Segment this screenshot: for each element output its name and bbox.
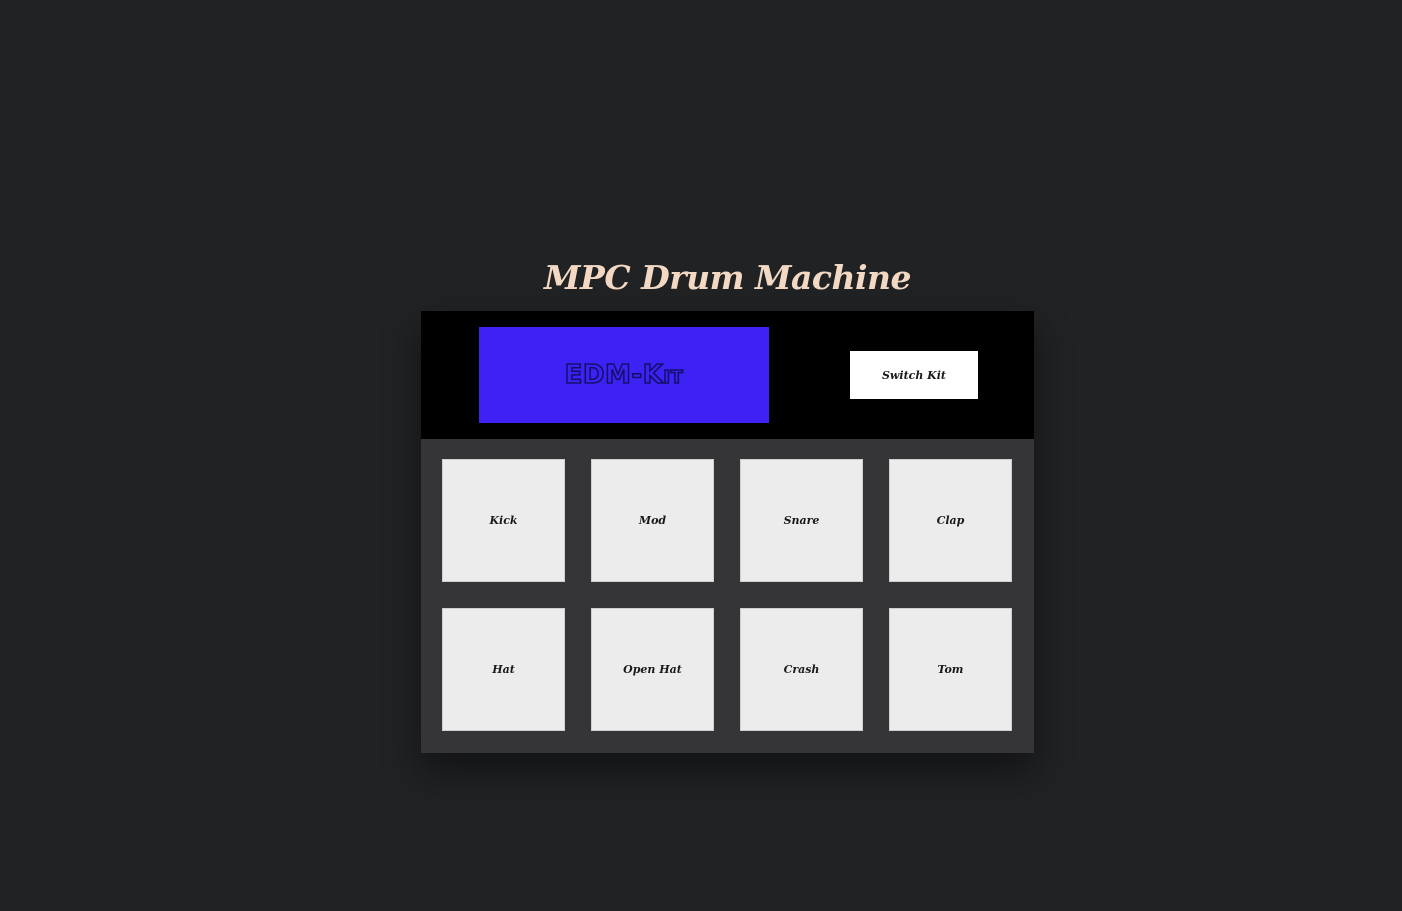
kit-name: EDM-Kit (564, 359, 684, 391)
pad-label: Snare (783, 514, 820, 527)
pad-clap[interactable]: Clap (889, 459, 1012, 582)
pad-label: Crash (783, 663, 820, 676)
pad-label: Hat (492, 663, 515, 676)
pad-snare[interactable]: Snare (740, 459, 863, 582)
pad-label: Tom (937, 663, 964, 676)
pad-grid: Kick Mod Snare Clap Hat Open Hat Crash T… (421, 439, 1034, 753)
switch-kit-button[interactable]: Switch Kit (850, 351, 978, 399)
app-title: MPC Drum Machine (543, 258, 912, 297)
pad-crash[interactable]: Crash (740, 608, 863, 731)
pad-label: Kick (489, 514, 518, 527)
pad-hat[interactable]: Hat (442, 608, 565, 731)
drum-machine: EDM-Kit Switch Kit Kick Mod Snare Clap H… (421, 311, 1034, 753)
kit-display: EDM-Kit (479, 327, 769, 423)
pad-kick[interactable]: Kick (442, 459, 565, 582)
pad-mod[interactable]: Mod (591, 459, 714, 582)
pad-label: Open Hat (623, 663, 682, 676)
pad-label: Clap (936, 514, 965, 527)
pad-tom[interactable]: Tom (889, 608, 1012, 731)
control-panel: EDM-Kit Switch Kit (421, 311, 1034, 439)
pad-open-hat[interactable]: Open Hat (591, 608, 714, 731)
pad-label: Mod (638, 514, 667, 527)
